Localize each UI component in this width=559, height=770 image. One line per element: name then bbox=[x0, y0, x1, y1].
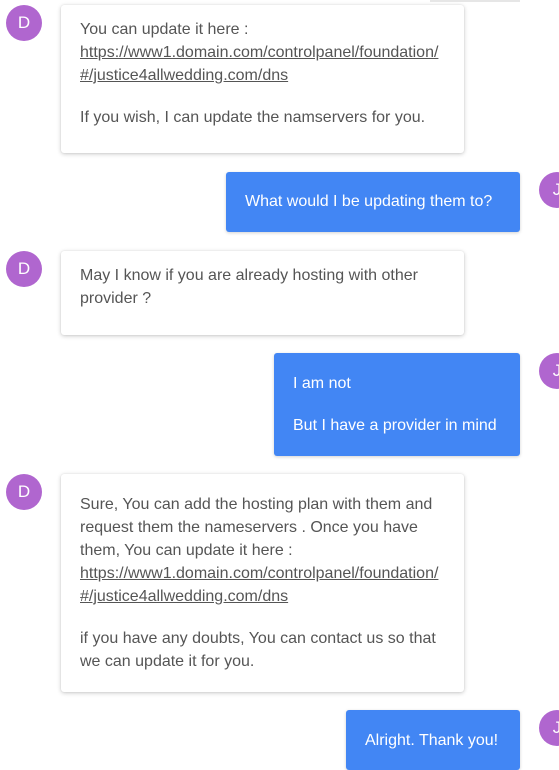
user-message-bubble: What would I be updating them to? bbox=[226, 172, 520, 232]
previous-message-edge bbox=[430, 0, 520, 2]
message-text: I am not bbox=[293, 375, 351, 392]
message-text: Alright. Thank you! bbox=[365, 732, 499, 749]
agent-message-bubble: You can update it here : https://www1.do… bbox=[61, 5, 464, 153]
message-text: if you have any doubts, You can contact … bbox=[80, 630, 436, 670]
message-text: You can update it here : bbox=[80, 21, 249, 38]
message-text: If you wish, I can update the namservers… bbox=[80, 109, 426, 126]
agent-message-bubble: Sure, You can add the hosting plan with … bbox=[61, 474, 464, 692]
control-panel-dns-link[interactable]: https://www1.domain.com/controlpanel/fou… bbox=[80, 41, 445, 87]
agent-message-bubble: May I know if you are already hosting wi… bbox=[61, 251, 464, 335]
message-text: But I have a provider in mind bbox=[293, 417, 497, 434]
agent-avatar: D bbox=[6, 251, 42, 287]
user-message-bubble: Alright. Thank you! bbox=[346, 710, 520, 770]
message-text: Sure, You can add the hosting plan with … bbox=[80, 496, 433, 559]
message-text: What would I be updating them to? bbox=[245, 193, 493, 210]
agent-avatar: D bbox=[6, 474, 42, 510]
agent-avatar: D bbox=[6, 5, 42, 41]
user-message-bubble: I am not But I have a provider in mind bbox=[274, 353, 520, 456]
control-panel-dns-link[interactable]: https://www1.domain.com/controlpanel/fou… bbox=[80, 562, 445, 608]
user-avatar: J bbox=[539, 172, 559, 208]
user-avatar: J bbox=[539, 353, 559, 389]
message-text: May I know if you are already hosting wi… bbox=[80, 267, 418, 307]
user-avatar: J bbox=[539, 710, 559, 746]
